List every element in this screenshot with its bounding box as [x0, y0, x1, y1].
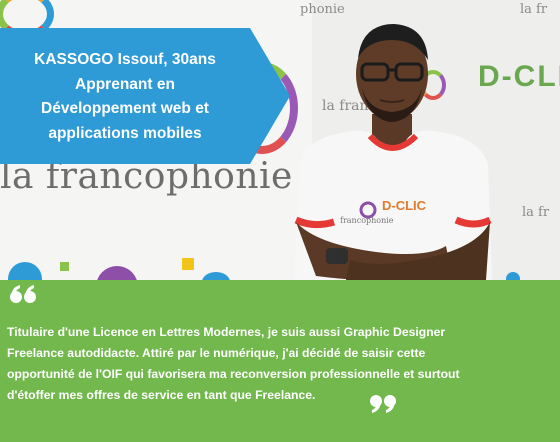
shirt-dclic-logo: D-CLIC	[382, 198, 427, 213]
banner-text: KASSOGO Issouf, 30ans Apprenant en Dével…	[0, 48, 250, 146]
quote-close-icon	[370, 395, 396, 413]
decor-square	[182, 258, 194, 270]
person-role-line: Apprenant en	[75, 75, 175, 93]
testimonial-line: Freelance autodidacte. Attiré par le num…	[7, 346, 426, 360]
person-name: KASSOGO Issouf, 30ans	[34, 51, 216, 68]
name-banner: KASSOGO Issouf, 30ans Apprenant en Dével…	[0, 28, 292, 164]
testimonial-line: opportunité de l'OIF qui favorisera ma r…	[7, 367, 460, 381]
person-portrait	[294, 24, 492, 280]
backdrop-brand-text: la fr	[520, 2, 548, 17]
testimonial-text: Titulaire d'une Licence en Lettres Moder…	[7, 322, 555, 406]
quote-open-icon	[10, 285, 36, 303]
person-role-line: applications mobiles	[48, 124, 202, 142]
testimonial-line: Titulaire d'une Licence en Lettres Moder…	[7, 325, 446, 339]
testimonial-line: d'étoffer mes offres de service en tant …	[7, 388, 316, 402]
profile-card: la francophonie phonie la fr la franc la…	[0, 0, 560, 442]
person-role-line: Développement web et	[41, 100, 209, 117]
shirt-brand-text: francophonie	[340, 216, 394, 225]
decor-square	[60, 262, 69, 271]
backdrop-brand-text: la fr	[522, 205, 550, 220]
decor-dot	[506, 272, 520, 280]
